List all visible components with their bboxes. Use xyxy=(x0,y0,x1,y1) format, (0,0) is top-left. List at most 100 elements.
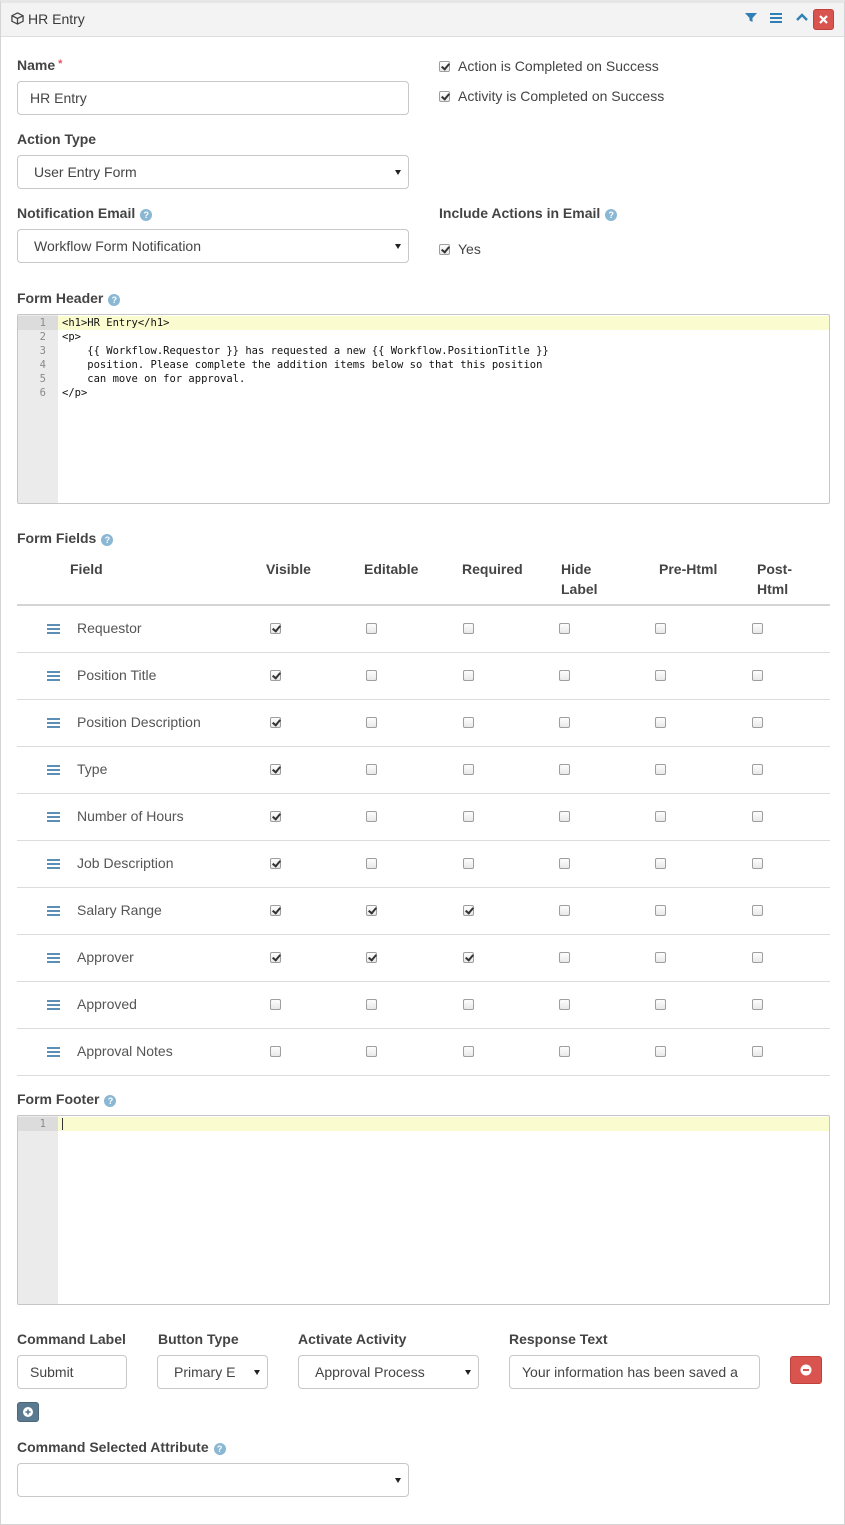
menu-icon[interactable] xyxy=(770,10,788,30)
drag-handle-icon[interactable] xyxy=(47,1047,60,1057)
post-html-checkbox[interactable] xyxy=(752,1046,763,1057)
hide-label-checkbox[interactable] xyxy=(559,811,570,822)
hide-label-checkbox[interactable] xyxy=(559,1046,570,1057)
required-checkbox[interactable] xyxy=(463,858,474,869)
chevron-up-icon[interactable] xyxy=(795,10,813,30)
button-type-select[interactable]: Primary E xyxy=(157,1355,268,1389)
help-icon[interactable]: ? xyxy=(140,209,153,221)
hide-label-checkbox[interactable] xyxy=(559,858,570,869)
command-label-input[interactable]: Submit xyxy=(17,1355,127,1389)
required-checkbox[interactable] xyxy=(463,811,474,822)
visible-checkbox[interactable] xyxy=(270,858,281,869)
pre-html-checkbox[interactable] xyxy=(655,764,666,775)
visible-checkbox[interactable] xyxy=(270,670,281,681)
drag-handle-icon[interactable] xyxy=(47,906,60,916)
pre-html-checkbox[interactable] xyxy=(655,952,666,963)
editable-checkbox[interactable] xyxy=(366,717,377,728)
editable-checkbox[interactable] xyxy=(366,623,377,634)
editable-checkbox[interactable] xyxy=(366,999,377,1010)
hide-label-checkbox[interactable] xyxy=(559,623,570,634)
required-checkbox[interactable] xyxy=(463,1046,474,1057)
pre-html-checkbox[interactable] xyxy=(655,623,666,634)
pre-html-checkbox[interactable] xyxy=(655,999,666,1010)
drag-handle-icon[interactable] xyxy=(47,671,60,681)
post-html-checkbox[interactable] xyxy=(752,623,763,634)
hide-label-checkbox[interactable] xyxy=(559,999,570,1010)
drag-handle-icon[interactable] xyxy=(47,859,60,869)
help-icon[interactable]: ? xyxy=(108,294,121,306)
drag-handle-icon[interactable] xyxy=(47,624,60,634)
visible-checkbox[interactable] xyxy=(270,811,281,822)
help-icon[interactable]: ? xyxy=(101,534,114,546)
remove-command-button[interactable] xyxy=(790,1356,822,1384)
editable-checkbox[interactable] xyxy=(366,811,377,822)
activate-activity-select[interactable]: Approval Process xyxy=(298,1355,479,1389)
drag-handle-icon[interactable] xyxy=(47,718,60,728)
visible-checkbox[interactable] xyxy=(270,764,281,775)
close-button[interactable] xyxy=(813,9,834,30)
activity-completed-checkbox[interactable] xyxy=(439,91,450,102)
pre-html-checkbox[interactable] xyxy=(655,811,666,822)
visible-checkbox[interactable] xyxy=(270,623,281,634)
action-completed-checkbox[interactable] xyxy=(439,61,450,72)
post-html-checkbox[interactable] xyxy=(752,905,763,916)
required-checkbox[interactable] xyxy=(463,952,474,963)
editable-checkbox[interactable] xyxy=(366,1046,377,1057)
required-checkbox[interactable] xyxy=(463,623,474,634)
post-html-checkbox[interactable] xyxy=(752,858,763,869)
visible-checkbox[interactable] xyxy=(270,1046,281,1057)
help-icon[interactable]: ? xyxy=(104,1095,117,1107)
name-input[interactable]: HR Entry xyxy=(17,81,409,115)
editable-checkbox[interactable] xyxy=(366,670,377,681)
pre-html-checkbox[interactable] xyxy=(655,670,666,681)
drag-handle-icon[interactable] xyxy=(47,812,60,822)
editable-checkbox[interactable] xyxy=(366,952,377,963)
action-completed-option[interactable]: Action is Completed on Success xyxy=(439,58,659,74)
post-html-checkbox[interactable] xyxy=(752,764,763,775)
notification-email-select[interactable]: Workflow Form Notification xyxy=(17,229,409,263)
hide-label-checkbox[interactable] xyxy=(559,670,570,681)
required-checkbox[interactable] xyxy=(463,670,474,681)
hide-label-checkbox[interactable] xyxy=(559,717,570,728)
plus-circle-icon xyxy=(23,1407,33,1417)
drag-handle-icon[interactable] xyxy=(47,765,60,775)
editable-checkbox[interactable] xyxy=(366,764,377,775)
required-checkbox[interactable] xyxy=(463,999,474,1010)
include-actions-checkbox[interactable] xyxy=(439,244,450,255)
editable-checkbox[interactable] xyxy=(366,905,377,916)
drag-handle-icon[interactable] xyxy=(47,953,60,963)
include-actions-option[interactable]: Yes xyxy=(439,241,481,257)
pre-html-checkbox[interactable] xyxy=(655,858,666,869)
form-footer-editor[interactable]: 1 xyxy=(17,1115,830,1305)
hide-label-checkbox[interactable] xyxy=(559,764,570,775)
filter-icon[interactable] xyxy=(745,10,763,30)
post-html-checkbox[interactable] xyxy=(752,811,763,822)
post-html-checkbox[interactable] xyxy=(752,952,763,963)
required-checkbox[interactable] xyxy=(463,717,474,728)
post-html-checkbox[interactable] xyxy=(752,670,763,681)
help-icon[interactable]: ? xyxy=(213,1443,226,1455)
drag-handle-icon[interactable] xyxy=(47,1000,60,1010)
help-icon[interactable]: ? xyxy=(605,209,618,221)
panel-title[interactable]: HR Entry xyxy=(11,11,85,28)
add-command-button[interactable] xyxy=(17,1402,39,1422)
hide-label-checkbox[interactable] xyxy=(559,952,570,963)
pre-html-checkbox[interactable] xyxy=(655,905,666,916)
pre-html-checkbox[interactable] xyxy=(655,1046,666,1057)
required-checkbox[interactable] xyxy=(463,764,474,775)
pre-html-checkbox[interactable] xyxy=(655,717,666,728)
visible-checkbox[interactable] xyxy=(270,999,281,1010)
visible-checkbox[interactable] xyxy=(270,905,281,916)
editable-checkbox[interactable] xyxy=(366,858,377,869)
response-text-input[interactable]: Your information has been saved a xyxy=(509,1355,760,1389)
hide-label-checkbox[interactable] xyxy=(559,905,570,916)
post-html-checkbox[interactable] xyxy=(752,717,763,728)
post-html-checkbox[interactable] xyxy=(752,999,763,1010)
action-type-select[interactable]: User Entry Form xyxy=(17,155,409,189)
form-header-editor[interactable]: 1 <h1>HR Entry</h1> 2 <p> 3 {{ Workflow.Re… xyxy=(17,314,830,504)
command-selected-attribute-select[interactable] xyxy=(17,1463,409,1497)
visible-checkbox[interactable] xyxy=(270,952,281,963)
activity-completed-option[interactable]: Activity is Completed on Success xyxy=(439,88,664,104)
visible-checkbox[interactable] xyxy=(270,717,281,728)
required-checkbox[interactable] xyxy=(463,905,474,916)
